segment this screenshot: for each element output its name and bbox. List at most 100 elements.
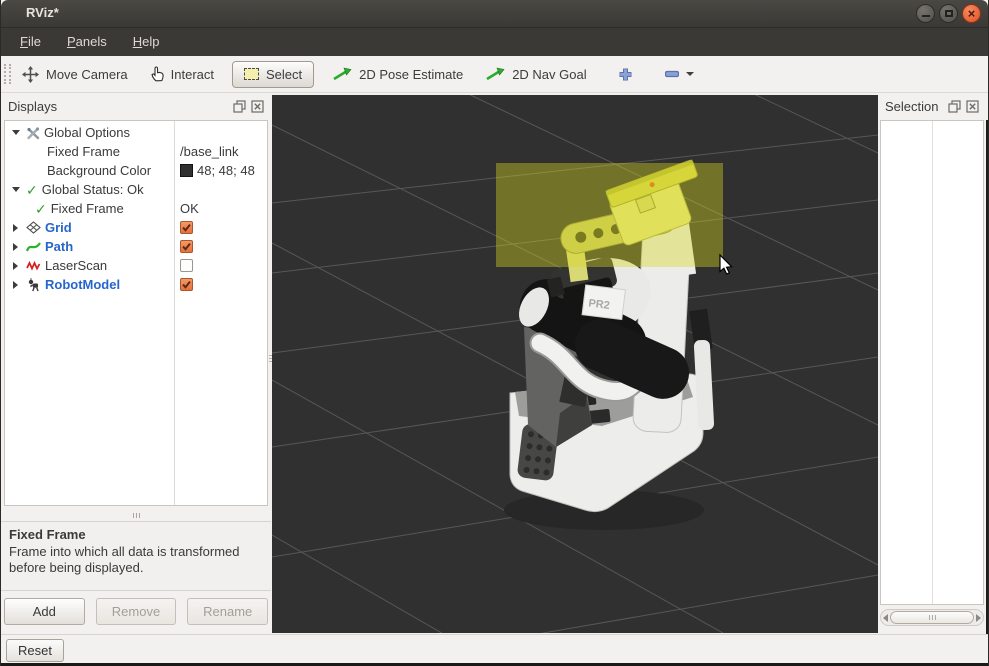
row-label: Fixed Frame — [51, 201, 124, 216]
expander-closed-icon[interactable] — [13, 243, 18, 251]
selection-panel: Selection — [878, 93, 986, 634]
window-controls: × — [916, 4, 981, 23]
tree-row-background-color[interactable]: Background Color 48; 48; 48 — [5, 161, 267, 180]
tree-row-path[interactable]: Path — [5, 237, 267, 256]
maximize-icon — [945, 10, 953, 17]
background-color-value[interactable]: 48; 48; 48 — [197, 163, 255, 178]
scroll-left-icon[interactable] — [883, 614, 888, 622]
close-button[interactable]: × — [962, 4, 981, 23]
interact-tool[interactable]: Interact — [139, 66, 225, 82]
left-splitter-nub[interactable] — [269, 355, 272, 371]
path-checkbox[interactable] — [180, 240, 193, 253]
grid-checkbox[interactable] — [180, 221, 193, 234]
selection-list[interactable] — [880, 120, 984, 605]
add-button[interactable]: Add — [4, 598, 85, 625]
menubar: File Panels Help — [1, 28, 988, 56]
tree-row-global-options[interactable]: Global Options — [5, 123, 267, 142]
row-label: Path — [45, 239, 73, 254]
fixed-frame-value[interactable]: /base_link — [180, 144, 239, 159]
nav-goal-tool[interactable]: 2D Nav Goal — [474, 67, 597, 82]
3d-scene: PR2 — [272, 95, 878, 633]
move-camera-label: Move Camera — [46, 67, 128, 82]
displays-buttons: Add Remove Rename — [4, 598, 268, 625]
green-arrow-icon — [485, 67, 505, 81]
tree-row-global-status[interactable]: ✓ Global Status: Ok — [5, 180, 267, 199]
plus-icon — [618, 67, 633, 82]
remove-button: Remove — [96, 598, 177, 625]
expander-open-icon[interactable] — [12, 187, 20, 192]
toolbar-drag-handle[interactable] — [4, 64, 11, 84]
menu-help[interactable]: Help — [120, 28, 173, 56]
row-label: Grid — [45, 220, 72, 235]
tree-row-robotmodel[interactable]: RobotModel — [5, 275, 267, 294]
rviz-window: RViz* × File Panels Help Move Camera — [0, 0, 989, 666]
rename-button: Rename — [187, 598, 268, 625]
minimize-icon — [922, 15, 930, 17]
expander-closed-icon[interactable] — [13, 281, 18, 289]
selection-hscrollbar[interactable] — [880, 609, 984, 626]
expander-closed-icon[interactable] — [13, 224, 18, 232]
toolbar: Move Camera Interact Select 2D Pose Esti… — [1, 56, 988, 93]
robotmodel-checkbox[interactable] — [180, 278, 193, 291]
close-icon: × — [968, 7, 976, 20]
window-title: RViz* — [26, 5, 59, 20]
status-value: OK — [180, 201, 199, 216]
menu-file[interactable]: File — [7, 28, 54, 56]
laserscan-checkbox[interactable] — [180, 259, 193, 272]
selection-rectangle[interactable] — [496, 163, 723, 267]
tree-row-grid[interactable]: Grid — [5, 218, 267, 237]
status-ok-icon: ✓ — [35, 202, 47, 216]
tree-row-fixed-frame[interactable]: Fixed Frame /base_link — [5, 142, 267, 161]
displays-panel-title: Displays — [8, 99, 233, 114]
row-label: Global Status: Ok — [42, 182, 144, 197]
titlebar[interactable]: RViz* × — [1, 0, 988, 28]
help-title: Fixed Frame — [9, 527, 263, 544]
tree-row-fixed-frame-status[interactable]: ✓ Fixed Frame OK — [5, 199, 267, 218]
status-ok-icon: ✓ — [26, 183, 38, 197]
interact-label: Interact — [171, 67, 214, 82]
nav-goal-label: 2D Nav Goal — [512, 67, 586, 82]
laserscan-icon — [26, 259, 41, 272]
row-label: RobotModel — [45, 277, 120, 292]
select-rect-icon — [244, 68, 259, 80]
path-icon — [26, 240, 41, 253]
row-label: Background Color — [47, 163, 151, 178]
select-tool[interactable]: Select — [232, 61, 314, 88]
pose-estimate-tool[interactable]: 2D Pose Estimate — [321, 67, 474, 82]
float-panel-icon[interactable] — [948, 100, 961, 113]
displays-panel: Displays — [1, 93, 271, 634]
minus-icon — [665, 70, 679, 78]
remove-tool-button[interactable] — [659, 70, 700, 78]
row-label: LaserScan — [45, 258, 107, 273]
help-body: Frame into which all data is transformed… — [9, 544, 249, 577]
scrollbar-thumb[interactable] — [890, 611, 974, 624]
render-viewport[interactable]: PR2 — [272, 95, 878, 633]
expander-closed-icon[interactable] — [13, 262, 18, 270]
expander-open-icon[interactable] — [12, 130, 20, 135]
robot-icon — [26, 278, 41, 292]
scroll-right-icon[interactable] — [976, 614, 981, 622]
selection-panel-header: Selection — [878, 93, 986, 119]
statusbar: Reset — [1, 634, 988, 666]
chevron-down-icon[interactable] — [686, 72, 694, 76]
minimize-button[interactable] — [916, 4, 935, 23]
move-icon — [22, 66, 39, 83]
selection-column-divider — [932, 121, 933, 604]
menu-panels[interactable]: Panels — [54, 28, 120, 56]
displays-panel-header: Displays — [1, 93, 271, 119]
move-camera-tool[interactable]: Move Camera — [11, 66, 139, 83]
reset-button[interactable]: Reset — [6, 639, 64, 662]
close-panel-icon[interactable] — [966, 100, 979, 113]
color-swatch[interactable] — [180, 164, 193, 177]
maximize-button[interactable] — [939, 4, 958, 23]
property-help-box: Fixed Frame Frame into which all data is… — [1, 521, 271, 591]
panel-splitter-handle[interactable] — [1, 511, 271, 520]
selection-panel-title: Selection — [885, 99, 948, 114]
pose-estimate-label: 2D Pose Estimate — [359, 67, 463, 82]
tree-row-laserscan[interactable]: LaserScan — [5, 256, 267, 275]
close-panel-icon[interactable] — [251, 100, 264, 113]
hand-pointer-icon — [150, 66, 164, 82]
add-tool-button[interactable] — [612, 67, 639, 82]
grid-icon — [26, 221, 41, 234]
float-panel-icon[interactable] — [233, 100, 246, 113]
